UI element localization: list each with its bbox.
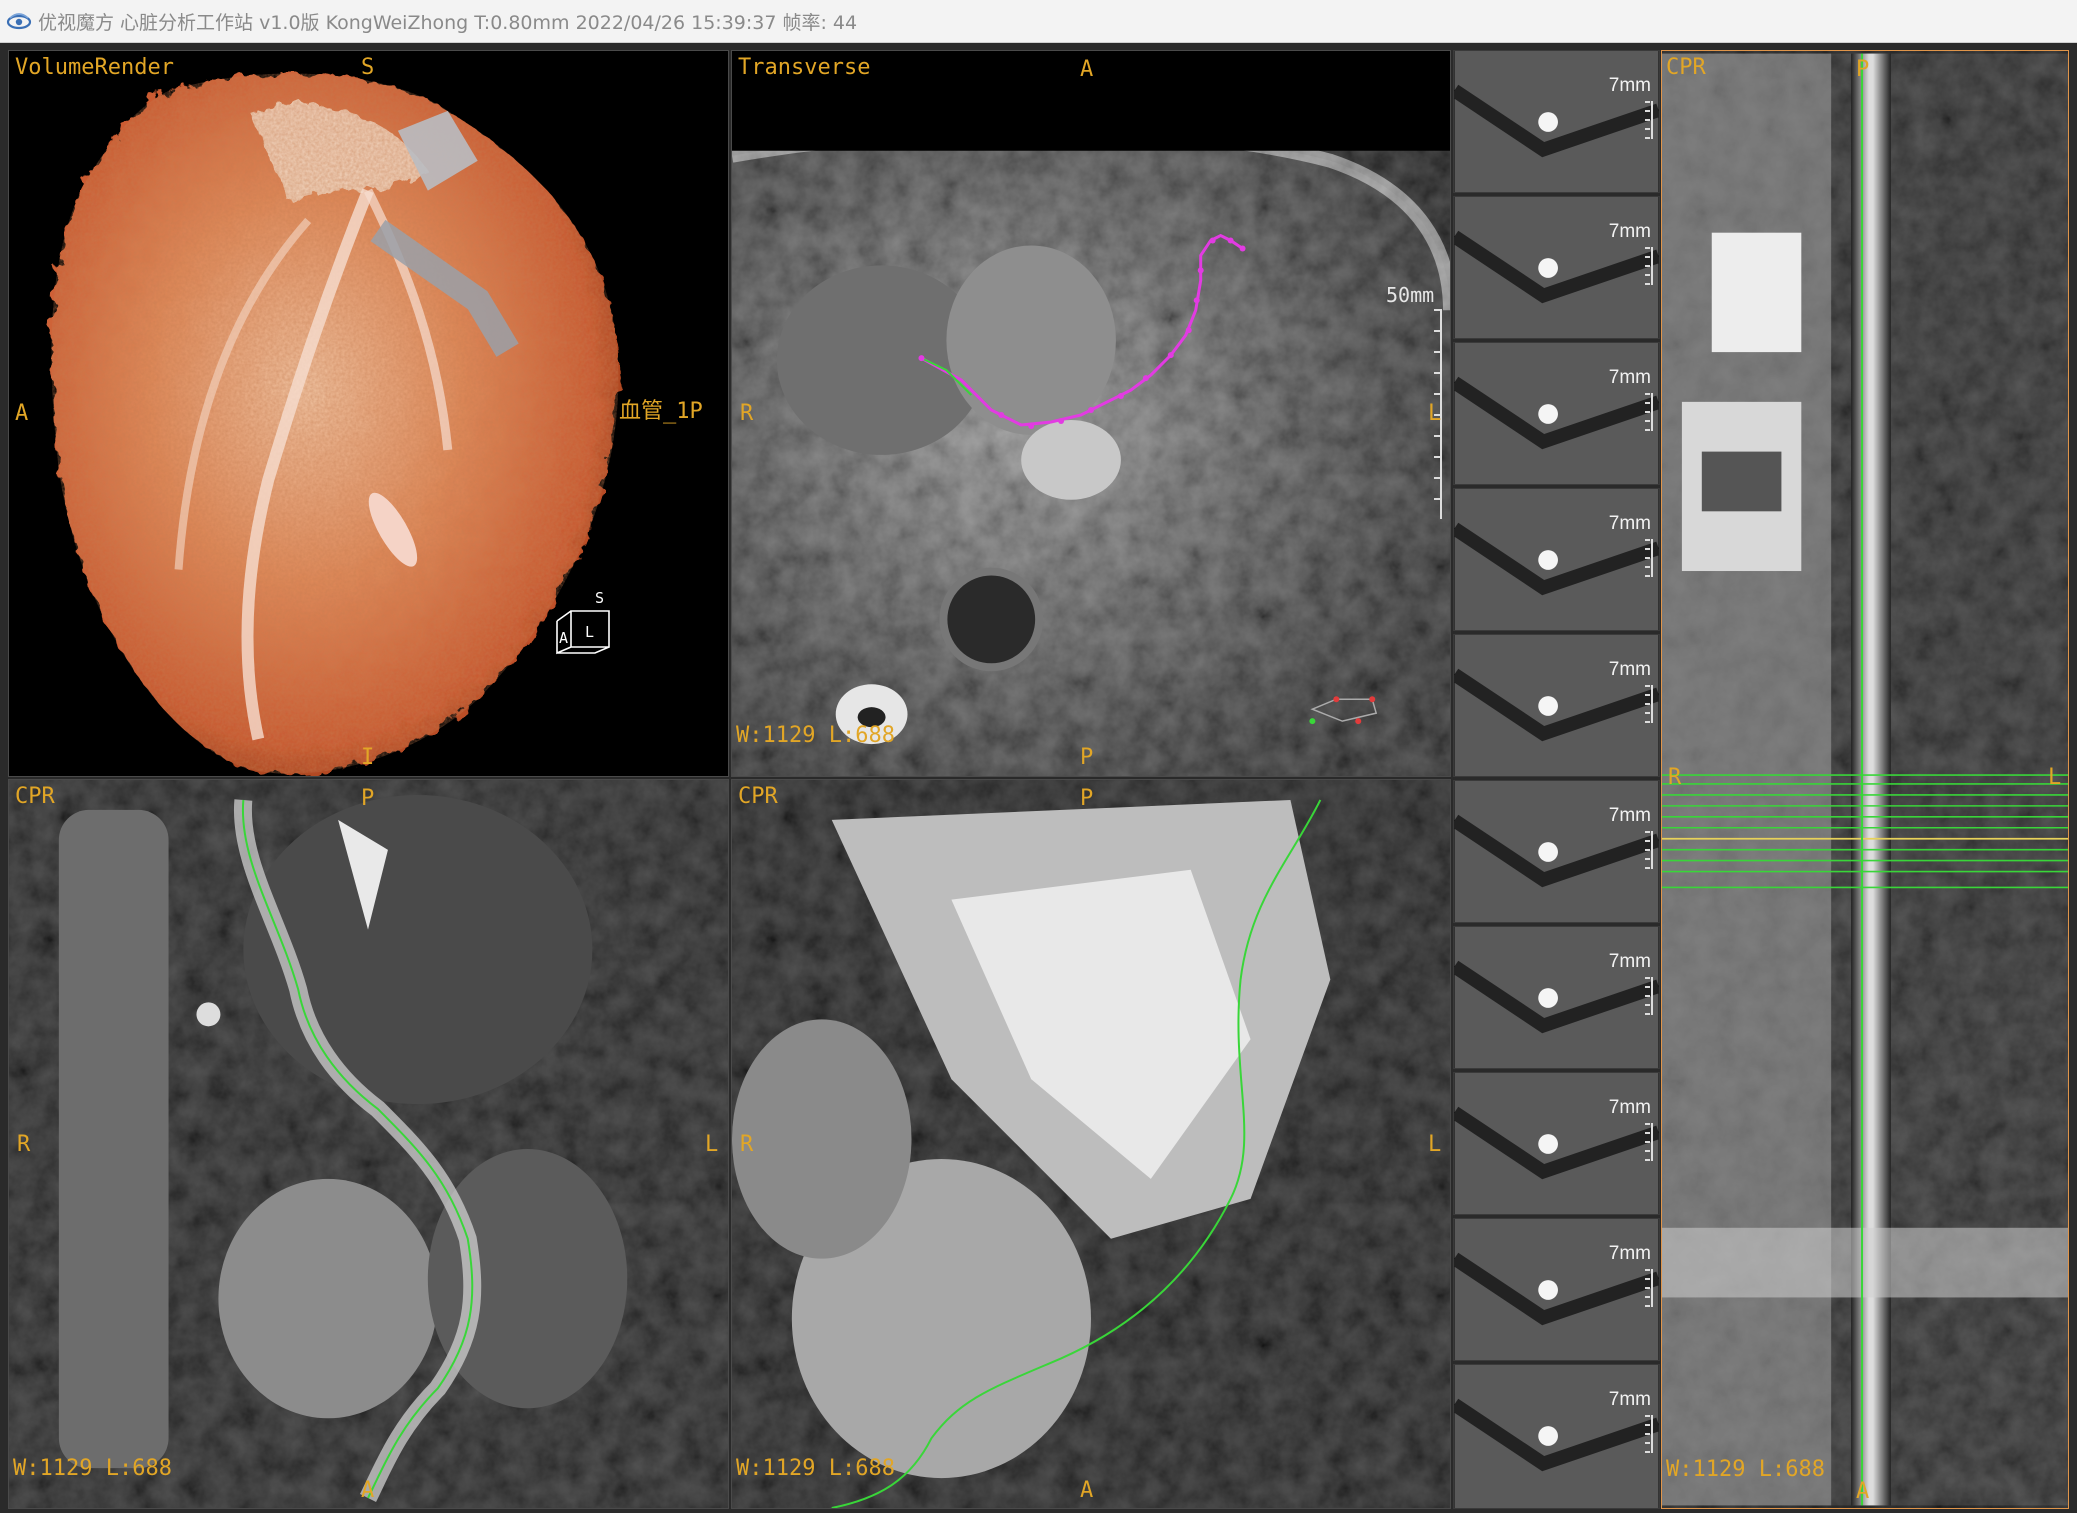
cpr-left-image[interactable] (9, 780, 728, 1508)
orientation-right: L (2048, 765, 2062, 790)
orientation-top: S (361, 55, 375, 80)
cube-label-top: S (595, 589, 605, 607)
thickness-label: 7mm (1608, 1243, 1651, 1264)
orientation-right: L (705, 1132, 719, 1157)
transverse-mri-image[interactable] (732, 51, 1450, 776)
cross-section-image (1454, 489, 1659, 630)
window-level: W:1129 L:688 (1666, 1457, 1825, 1482)
orientation-right: L (1428, 1132, 1442, 1157)
viewport-label: CPR (15, 784, 55, 809)
cross-section-thumb[interactable]: 7mm (1453, 1072, 1660, 1215)
title-bar: 优视魔方 心脏分析工作站 v1.0版 KongWeiZhong T:0.80mm… (0, 0, 2077, 43)
cross-section-thumb[interactable]: 7mm (1453, 926, 1660, 1069)
thickness-label: 7mm (1608, 75, 1651, 96)
orientation-top: P (361, 786, 375, 811)
orientation-right-vessel-label: 血管_1P (619, 399, 703, 424)
cross-section-image (1454, 51, 1659, 192)
thickness-scale (1645, 831, 1653, 869)
thickness-label: 7mm (1608, 951, 1651, 972)
orientation-left: A (15, 401, 29, 426)
thickness-scale (1645, 977, 1653, 1015)
thickness-scale (1645, 1123, 1653, 1161)
viewport-label: Transverse (738, 55, 871, 80)
cross-section-image (1454, 1073, 1659, 1214)
window-level: W:1129 L:688 (13, 1456, 172, 1481)
viewport-label: CPR (738, 784, 778, 809)
thickness-scale (1645, 1269, 1653, 1307)
thickness-label: 7mm (1608, 805, 1651, 826)
cross-section-image (1454, 1365, 1659, 1508)
window-title: 优视魔方 心脏分析工作站 v1.0版 KongWeiZhong T:0.80mm… (38, 11, 858, 34)
thickness-scale (1645, 247, 1653, 285)
thickness-scale (1645, 1415, 1653, 1453)
scale-label: 50mm (1386, 283, 1435, 307)
orientation-cube[interactable]: S A L (549, 591, 629, 661)
orientation-top: P (1080, 786, 1094, 811)
orientation-left: R (740, 1132, 754, 1157)
cross-section-image (1454, 781, 1659, 922)
orientation-bottom: I (361, 745, 375, 770)
cross-section-thumb[interactable]: 7mm (1453, 634, 1660, 777)
orientation-bottom: A (1856, 1479, 1870, 1504)
cube-label-front: L (585, 623, 595, 641)
cross-section-image (1454, 635, 1659, 776)
cpr-viewport-middle[interactable]: CPR P A R L W:1129 L:688 (731, 779, 1451, 1509)
window-level: W:1129 L:688 (736, 723, 895, 748)
cross-section-thumb[interactable]: 7mm (1453, 196, 1660, 339)
thickness-label: 7mm (1608, 221, 1651, 242)
volume-render-viewport[interactable]: VolumeRender S I A 血管_1P S A L (8, 50, 729, 777)
window-level: W:1129 L:688 (736, 1456, 895, 1481)
cross-section-thumb[interactable]: 7mm (1453, 780, 1660, 923)
orientation-left: R (1668, 765, 1682, 790)
cross-section-thumb[interactable]: 7mm (1453, 342, 1660, 485)
thickness-label: 7mm (1608, 367, 1651, 388)
orientation-bottom: P (1080, 745, 1094, 770)
orientation-bottom: A (361, 1478, 375, 1503)
thickness-scale (1645, 393, 1653, 431)
viewport-label: CPR (1666, 55, 1706, 80)
cross-section-image (1454, 197, 1659, 338)
cpr-viewport-left[interactable]: CPR P A R L W:1129 L:688 (8, 779, 729, 1509)
app-logo-icon (6, 13, 32, 30)
cross-section-thumb[interactable]: 7mm (1453, 488, 1660, 631)
orientation-top: A (1080, 57, 1094, 82)
orientation-top: P (1856, 57, 1870, 82)
thickness-label: 7mm (1608, 1389, 1651, 1410)
orientation-left: R (17, 1132, 31, 1157)
thickness-scale (1645, 539, 1653, 577)
thickness-label: 7mm (1608, 513, 1651, 534)
thickness-scale (1645, 101, 1653, 139)
cross-section-thumb[interactable]: 7mm (1453, 1218, 1660, 1361)
cpr-middle-image[interactable] (732, 780, 1450, 1508)
orientation-bottom: A (1080, 1478, 1094, 1503)
cube-label-left: A (559, 629, 569, 647)
thickness-label: 7mm (1608, 1097, 1651, 1118)
cross-section-image (1454, 927, 1659, 1068)
orientation-right: L (1428, 401, 1442, 426)
thickness-scale (1645, 685, 1653, 723)
cross-section-thumb[interactable]: 7mm (1453, 1364, 1660, 1509)
straight-cpr-image[interactable] (1662, 51, 2068, 1508)
viewport-label: VolumeRender (15, 55, 174, 80)
straight-cpr-viewport[interactable]: CPR P A R L W:1129 L:688 (1661, 50, 2069, 1509)
cross-section-image (1454, 343, 1659, 484)
orientation-left: R (740, 401, 754, 426)
transverse-viewport[interactable]: 50mm Transverse A P R L W:1129 L:688 (731, 50, 1451, 777)
thickness-label: 7mm (1608, 659, 1651, 680)
cross-section-image (1454, 1219, 1659, 1360)
cross-section-thumb[interactable]: 7mm (1453, 50, 1660, 193)
